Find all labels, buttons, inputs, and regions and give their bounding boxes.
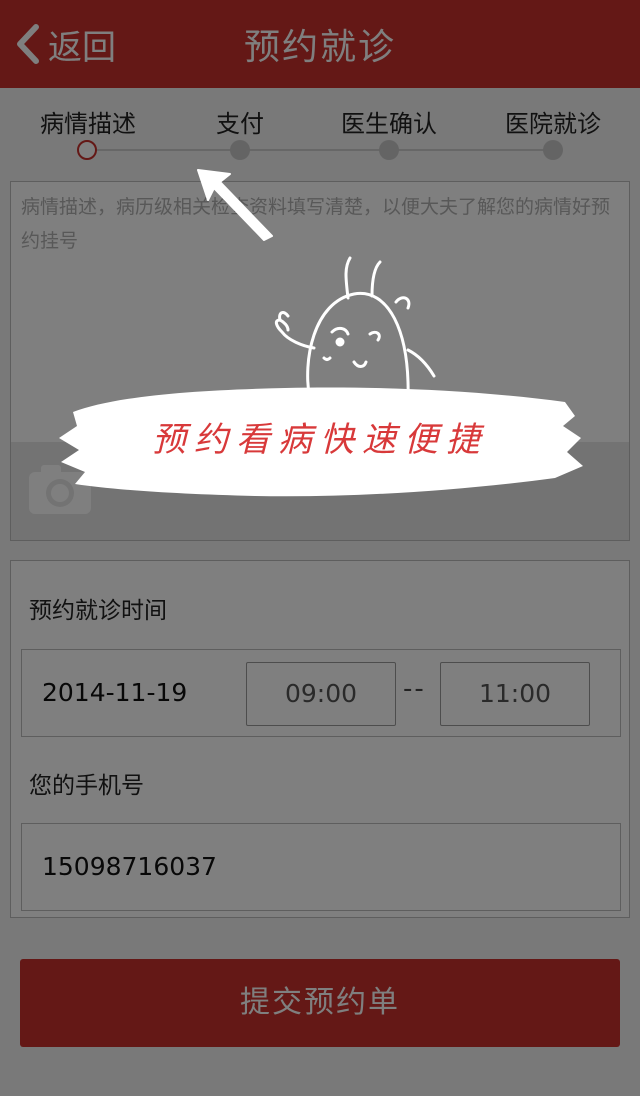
mascot-illustration [274,256,436,400]
arrow-icon [197,169,273,241]
overlay-slogan: 预约看病快速便捷 [152,420,488,460]
guide-overlay[interactable] [0,0,640,1096]
